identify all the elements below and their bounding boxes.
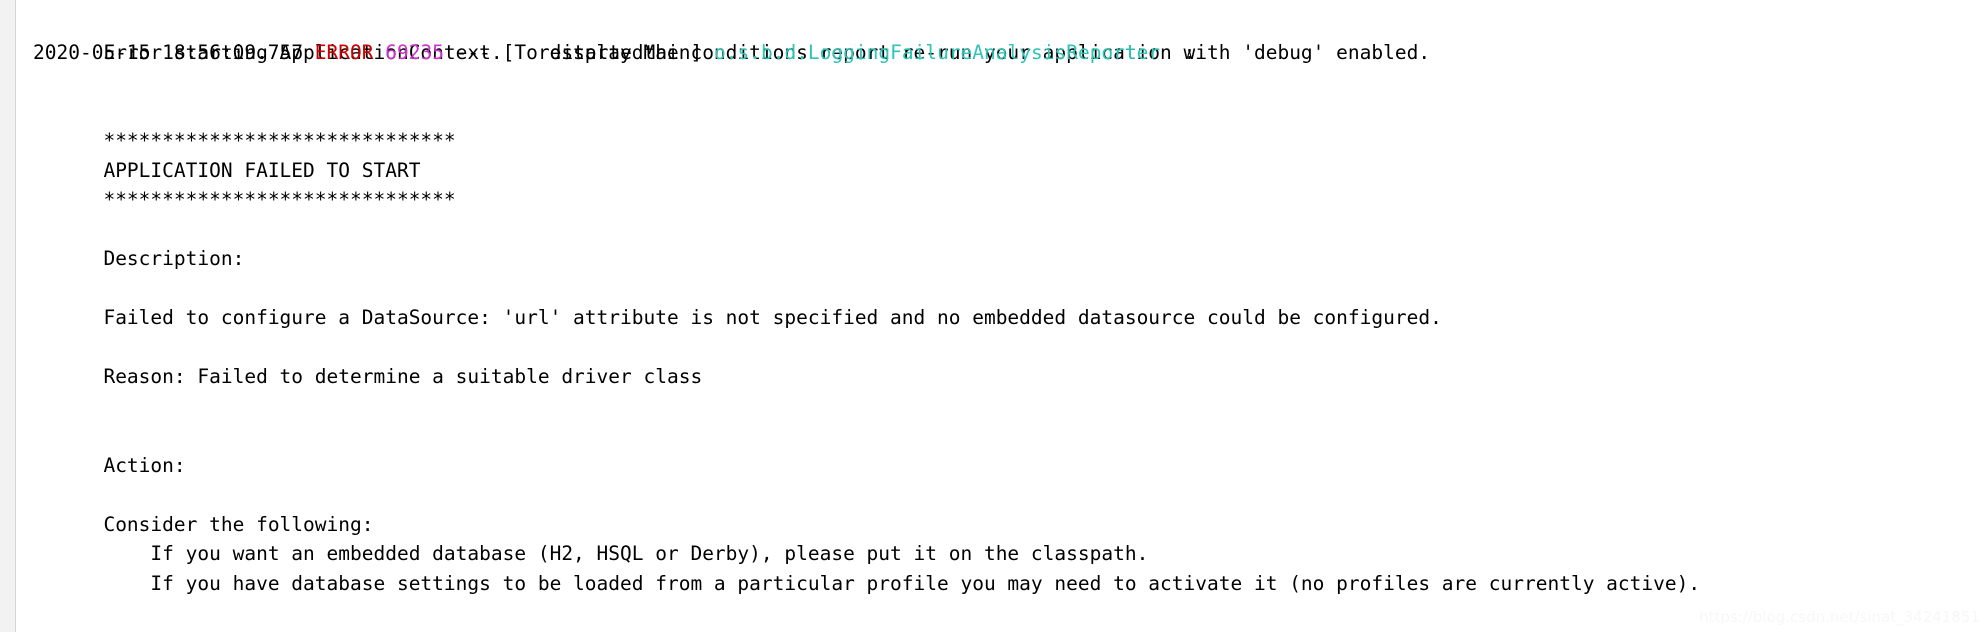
console-output-panel[interactable]: Error starting ApplicationContext. To di…: [0, 0, 1988, 632]
log-line-logging-failure-analysis: 2020-05-15 18:56:09.757 ERROR 69235 --- …: [33, 38, 1988, 68]
log-blank-line-6: [33, 392, 1988, 422]
log-space-3: [444, 41, 456, 64]
log-line-banner-top: ******************************: [33, 97, 1988, 152]
log-line-text: Failed to configure a DataSource: 'url' …: [103, 306, 1442, 329]
log-line-text: Action:: [103, 453, 186, 477]
log-blank-line-3: [33, 244, 1988, 274]
log-line-text: APPLICATION FAILED TO START: [103, 158, 421, 182]
log-thread-name: [ restartedMain]: [502, 40, 703, 64]
log-process-id: 69235: [385, 40, 444, 64]
log-logger-name: o.s.b.d.LoggingFailureAnalysisReporter: [714, 40, 1161, 64]
watermark-url: https://blog.csdn.net/sinat_34241851: [1699, 608, 1980, 626]
log-line-text: Consider the following:: [103, 512, 374, 536]
console-log-area[interactable]: Error starting ApplicationContext. To di…: [17, 0, 1988, 632]
log-separator: ---: [455, 40, 491, 64]
log-space-2: [373, 41, 385, 64]
log-line-datasource-failure: Failed to configure a DataSource: 'url' …: [33, 274, 1988, 329]
log-blank-line-7: [33, 451, 1988, 481]
log-line-error-starting: Error starting ApplicationContext. To di…: [33, 8, 1988, 64]
log-blank-line-1: [33, 67, 1988, 97]
log-line-reason: Reason: Failed to determine a suitable d…: [33, 333, 1988, 388]
console-left-gutter: [0, 0, 16, 632]
log-space-5: [702, 41, 714, 64]
log-line-text: If you have database settings to be load…: [103, 571, 1701, 595]
log-colon: :: [1160, 40, 1196, 64]
log-line-consider-the-following: Consider the following:: [33, 480, 1988, 536]
log-line-text: ******************************: [103, 129, 456, 152]
log-space-4: [491, 41, 503, 64]
log-line-text: ******************************: [103, 188, 456, 211]
log-timestamp: 2020-05-15 18:56:09.757: [33, 40, 304, 64]
log-line-text: Description:: [103, 247, 245, 270]
log-line-text: Reason: Failed to determine a suitable d…: [103, 365, 703, 388]
log-line-action-heading: Action:: [33, 421, 1988, 477]
log-space-1: [303, 41, 315, 64]
log-line-text: If you want an embedded database (H2, HS…: [103, 542, 1149, 565]
log-level-badge: ERROR: [314, 40, 374, 64]
log-line-description-heading: Description:: [33, 215, 1988, 270]
